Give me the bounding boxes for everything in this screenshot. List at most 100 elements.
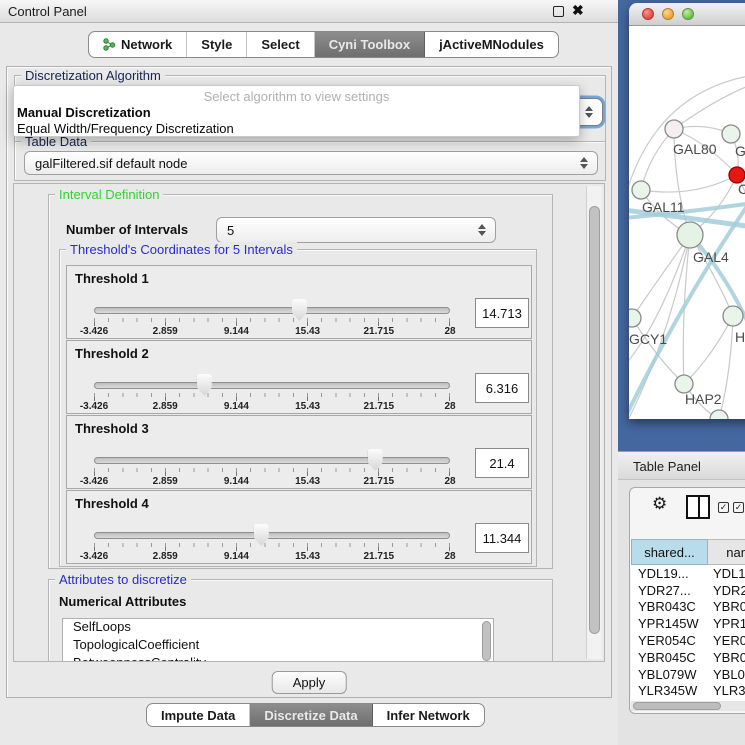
axis-tick-labels: -3.4262.8599.14415.4321.71528 [94, 326, 450, 338]
threshold-4-box: Threshold 4 -3.4262.8599.14415.4321.7152… [66, 490, 532, 564]
tick-label: 2.859 [153, 476, 178, 487]
tab-discretize-data[interactable]: Discretize Data [250, 704, 372, 726]
table-row[interactable]: YBL079WYBL079W [631, 666, 745, 683]
apply-button[interactable]: Apply [272, 671, 347, 694]
network-node-GA[interactable] [722, 125, 740, 143]
table-rows[interactable]: YDL19...YDL19...YDR27...YDR27...YBR043CY… [631, 565, 745, 701]
combo-spinner-icon [580, 156, 589, 170]
network-node-GAL11[interactable] [632, 181, 650, 199]
table-data-combobox[interactable]: galFiltered.sif default node [24, 151, 598, 175]
zoom-traffic-light-icon[interactable] [682, 8, 694, 20]
split-column-icon[interactable] [686, 495, 710, 519]
column-header-shared-name[interactable]: shared... [631, 539, 708, 565]
axis-tick-labels: -3.4262.8599.14415.4321.71528 [94, 551, 450, 563]
tick-label: 21.715 [364, 326, 395, 337]
tick-label: -3.426 [80, 476, 108, 487]
threshold-3-slider-track[interactable] [94, 457, 450, 464]
table-panel-titlebar: Table Panel [618, 451, 745, 480]
tab-style[interactable]: Style [187, 32, 247, 57]
gear-icon[interactable]: ⚙ [652, 494, 667, 514]
combo-spinner-icon [478, 223, 487, 237]
number-of-intervals-combobox[interactable]: 5 [216, 217, 496, 243]
settings-scroll-area: Interval Definition Number of Intervals … [13, 183, 605, 662]
network-graph-icon [103, 38, 116, 51]
dropdown-option-equal-width-frequency[interactable]: Equal Width/Frequency Discretization [17, 121, 234, 136]
table-panel-box: ⚙ ✓ ✓ shared... name YDL19...YDL19...YDR… [629, 487, 745, 714]
table-row[interactable]: YDL19...YDL19... [631, 565, 745, 582]
numerical-attributes-label: Numerical Attributes [59, 594, 186, 609]
tab-impute-data[interactable]: Impute Data [147, 704, 250, 726]
combo-spinner-icon [585, 105, 594, 119]
network-window-titlebar[interactable] [629, 3, 745, 26]
table-row[interactable]: YDR27...YDR27... [631, 582, 745, 599]
attribute-list-item[interactable]: TopologicalCoefficient [63, 637, 493, 655]
table-row[interactable]: YPR145WYPR145W [631, 615, 745, 632]
group-title: Attributes to discretize [55, 572, 191, 587]
axis-tick-labels: -3.4262.8599.14415.4321.71528 [94, 401, 450, 413]
numerical-attributes-list[interactable]: SelfLoopsTopologicalCoefficientBetweenne… [62, 618, 494, 662]
table-horizontal-scrollbar[interactable] [631, 701, 745, 711]
minimize-traffic-light-icon[interactable] [662, 8, 674, 20]
list-scrollbar[interactable] [482, 621, 491, 661]
table-panel-title: Table Panel [633, 459, 701, 474]
group-title: Interval Definition [55, 187, 163, 202]
threshold-1-slider-track[interactable] [94, 307, 450, 314]
group-title: Threshold's Coordinates for 5 Intervals [66, 242, 297, 257]
table-row[interactable]: YER054CYER054C [631, 632, 745, 649]
table-row[interactable]: YBR045CYBR045C [631, 649, 745, 666]
threshold-2-value-field[interactable]: 6.316 [475, 373, 529, 403]
right-column: GAL80GACGAL11GAL4GCY1HHAP2 Table Panel ⚙… [618, 0, 745, 745]
scrollbar-thumb[interactable] [633, 702, 721, 710]
close-icon[interactable]: ✖ [572, 2, 584, 19]
threshold-3-value-field[interactable]: 21.4 [475, 448, 529, 478]
node-label: GAL80 [673, 141, 717, 157]
network-node-unlabeled[interactable] [710, 410, 728, 419]
checkbox-checked-icon[interactable]: ✓ [733, 502, 744, 513]
control-panel: Control Panel ✖ Network Style Select Cyn… [0, 0, 618, 745]
tick-label: 9.144 [224, 551, 249, 562]
network-canvas[interactable]: GAL80GACGAL11GAL4GCY1HHAP2 [629, 26, 745, 419]
interval-definition-group: Interval Definition Number of Intervals … [48, 194, 553, 569]
tick-label: 15.43 [295, 476, 320, 487]
dropdown-prompt: Select algorithm to view settings [14, 89, 579, 104]
threshold-1-value-field[interactable]: 14.713 [475, 298, 529, 328]
tick-label: 21.715 [364, 551, 395, 562]
network-node-GAL80[interactable] [665, 120, 683, 138]
tab-network[interactable]: Network [89, 32, 187, 57]
column-header-name[interactable]: name [708, 539, 745, 565]
threshold-1-box: Threshold 1 -3.4262.8599.14415.4321.7152… [66, 265, 532, 339]
settings-scrollbar[interactable] [586, 186, 602, 659]
close-traffic-light-icon[interactable] [642, 8, 654, 20]
panel-title: Control Panel [8, 4, 87, 19]
threshold-4-value-field[interactable]: 11.344 [475, 523, 529, 553]
tick-label: 9.144 [224, 401, 249, 412]
attributes-group: Attributes to discretize Numerical Attri… [48, 579, 553, 662]
network-node-GAL4[interactable] [677, 222, 703, 248]
scrollbar-thumb[interactable] [589, 206, 600, 634]
threshold-2-slider-track[interactable] [94, 382, 450, 389]
tick-label: 15.43 [295, 326, 320, 337]
tab-select[interactable]: Select [247, 32, 314, 57]
attribute-list-item[interactable]: SelfLoops [63, 619, 493, 637]
network-node-GCY1[interactable] [629, 309, 641, 327]
tick-label: 28 [444, 551, 455, 562]
threshold-4-slider-track[interactable] [94, 532, 450, 539]
algorithm-dropdown-popup: Select algorithm to view settings Manual… [13, 85, 580, 137]
tick-label: -3.426 [80, 401, 108, 412]
tick-label: 28 [444, 401, 455, 412]
float-panel-icon[interactable] [553, 6, 564, 17]
tab-infer-network[interactable]: Infer Network [373, 704, 484, 726]
threshold-2-box: Threshold 2 -3.4262.8599.14415.4321.7152… [66, 340, 532, 414]
tab-jactivemnodules[interactable]: jActiveMNodules [425, 32, 558, 57]
tick-label: 9.144 [224, 476, 249, 487]
node-label: GCY1 [629, 331, 667, 347]
dropdown-option-manual-discretization[interactable]: Manual Discretization [17, 105, 151, 120]
table-row[interactable]: YBR043CYBR043C [631, 599, 745, 616]
checkbox-checked-icon[interactable]: ✓ [718, 502, 729, 513]
table-row[interactable]: YLR345WYLR345W [631, 683, 745, 700]
tick-label: -3.426 [80, 551, 108, 562]
network-node-H[interactable] [723, 306, 743, 326]
tick-label: 2.859 [153, 551, 178, 562]
attribute-list-item[interactable]: BetweennessCentrality [63, 655, 493, 662]
tab-cyni-toolbox[interactable]: Cyni Toolbox [315, 32, 425, 57]
